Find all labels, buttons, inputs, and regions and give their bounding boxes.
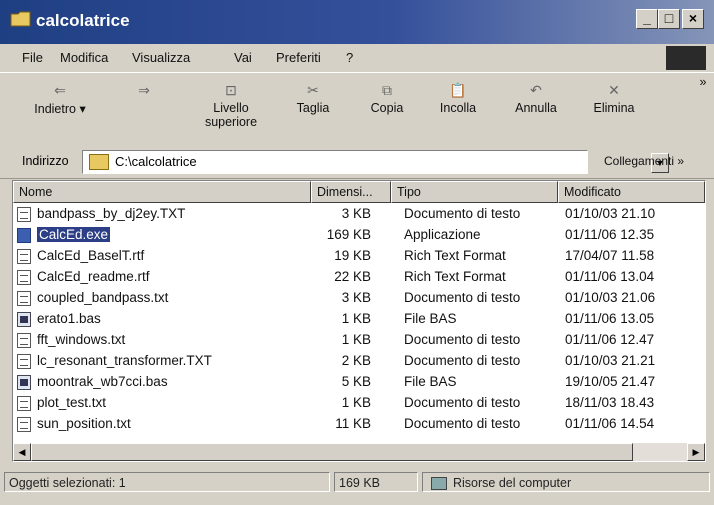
minimize-button[interactable]: _ (636, 9, 658, 29)
menu-bar: File Modifica Visualizza Vai Preferiti ? (0, 44, 714, 72)
text-file-icon (17, 417, 31, 432)
clipboard-icon: 📋 (449, 82, 467, 98)
window-title: calcolatrice (36, 11, 130, 30)
text-file-icon (17, 207, 31, 222)
scroll-thumb[interactable] (31, 443, 633, 461)
cut-button[interactable]: ✂ Taglia (288, 79, 338, 115)
menu-vai[interactable]: Vai (234, 50, 252, 65)
column-header-name[interactable]: Nome (13, 181, 311, 203)
text-file-icon (17, 354, 31, 369)
back-arrow-icon: ⇐ (54, 82, 66, 98)
scroll-left-icon[interactable]: ◀ (13, 443, 31, 461)
rtf-icon (17, 270, 31, 285)
text-file-icon (17, 333, 31, 348)
file-row[interactable]: fft_windows.txt 1 KB Documento di testo … (13, 331, 705, 351)
file-row[interactable]: bandpass_by_dj2ey.TXT 3 KB Documento di … (13, 205, 705, 225)
exe-icon (17, 228, 31, 243)
folder-icon (10, 11, 31, 27)
back-button[interactable]: ⇐ Indietro ▾ (30, 79, 90, 116)
file-row[interactable]: erato1.bas 1 KB File BAS 01/11/06 13.05 (13, 310, 705, 330)
paste-button[interactable]: 📋 Incolla (430, 79, 486, 115)
file-row[interactable]: sun_position.txt 11 KB Documento di test… (13, 415, 705, 435)
menu-help[interactable]: ? (346, 50, 353, 65)
folder-icon (89, 154, 109, 170)
title-bar[interactable]: calcolatrice _ □ × (0, 0, 714, 44)
copy-button[interactable]: ⧉ Copia (362, 79, 412, 115)
status-size: 169 KB (334, 472, 418, 492)
column-header-type[interactable]: Tipo (391, 181, 558, 203)
menu-file[interactable]: File (22, 50, 43, 65)
close-button[interactable]: × (682, 9, 704, 29)
forward-arrow-icon: ⇒ (138, 82, 150, 98)
maximize-button[interactable]: □ (658, 9, 680, 29)
file-row[interactable]: CalcEd_readme.rtf 22 KB Rich Text Format… (13, 268, 705, 288)
status-bar: Oggetti selezionati: 1 169 KB Risorse de… (0, 462, 714, 505)
windows-logo-throbber (666, 46, 706, 70)
delete-button[interactable]: ✕ Elimina (586, 79, 642, 115)
menu-modifica[interactable]: Modifica (60, 50, 108, 65)
file-row[interactable]: moontrak_wb7cci.bas 5 KB File BAS 19/10/… (13, 373, 705, 393)
address-label: Indirizzo (22, 154, 69, 168)
scissors-icon: ✂ (307, 82, 319, 98)
rtf-icon (17, 249, 31, 264)
bas-icon (17, 312, 31, 327)
address-value: C:\calcolatrice (115, 154, 197, 169)
toolbar: ⇐ Indietro ▾ ⇒ ⊡ Livello superiore ✂ Tag… (0, 72, 714, 148)
file-list: Nome Dimensi... Tipo Modificato bandpass… (12, 180, 706, 462)
file-row[interactable]: coupled_bandpass.txt 3 KB Documento di t… (13, 289, 705, 309)
computer-icon (431, 477, 447, 491)
status-selected-count: Oggetti selezionati: 1 (4, 472, 330, 492)
copy-icon: ⧉ (382, 82, 392, 98)
file-row[interactable]: lc_resonant_transformer.TXT 2 KB Documen… (13, 352, 705, 372)
links-button[interactable]: Collegamenti » (604, 154, 684, 168)
menu-preferiti[interactable]: Preferiti (276, 50, 321, 65)
toolbar-more-button[interactable]: » (696, 75, 710, 89)
address-input[interactable]: C:\calcolatrice ▼ (82, 150, 669, 174)
status-zone: Risorse del computer (422, 472, 710, 492)
menu-visualizza[interactable]: Visualizza (132, 50, 190, 65)
delete-x-icon: ✕ (608, 82, 620, 98)
address-bar: Indirizzo C:\calcolatrice ▼ Collegamenti… (0, 146, 714, 179)
text-file-icon (17, 396, 31, 411)
column-header-modified[interactable]: Modificato (558, 181, 705, 203)
file-row[interactable]: CalcEd_BaselT.rtf 19 KB Rich Text Format… (13, 247, 705, 267)
undo-icon: ↶ (530, 82, 542, 98)
column-header-size[interactable]: Dimensi... (311, 181, 391, 203)
up-level-button[interactable]: ⊡ Livello superiore (196, 79, 266, 129)
bas-icon (17, 375, 31, 390)
explorer-window: calcolatrice _ □ × File Modifica Visuali… (0, 0, 714, 505)
file-row-selected[interactable]: CalcEd.exe 169 KB Applicazione 01/11/06 … (13, 226, 705, 246)
undo-button[interactable]: ↶ Annulla (508, 79, 564, 115)
text-file-icon (17, 291, 31, 306)
horizontal-scrollbar[interactable]: ◀ ▶ (13, 443, 705, 461)
forward-button[interactable]: ⇒ (124, 79, 164, 101)
scroll-right-icon[interactable]: ▶ (687, 443, 705, 461)
file-row[interactable]: plot_test.txt 1 KB Documento di testo 18… (13, 394, 705, 414)
up-folder-icon: ⊡ (225, 82, 237, 98)
